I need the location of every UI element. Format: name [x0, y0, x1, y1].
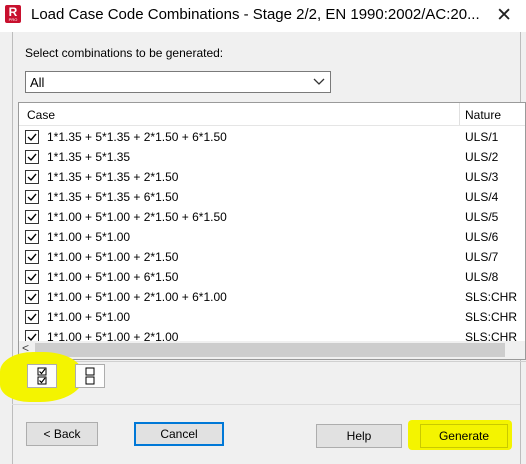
app-icon: R PRO [5, 5, 21, 23]
filter-value: All [30, 75, 45, 90]
list-item[interactable]: 1*1.00 + 5*1.00 + 2*1.00 SLS:CHR [19, 327, 525, 341]
case-cell: 1*1.00 + 5*1.00 [47, 310, 131, 324]
window-title: Load Case Code Combinations - Stage 2/2,… [31, 6, 480, 23]
generate-button[interactable]: Generate [420, 424, 508, 448]
nature-cell: ULS/1 [465, 130, 499, 144]
list-item[interactable]: 1*1.00 + 5*1.00 + 2*1.50 + 6*1.50 ULS/5 [19, 207, 525, 227]
case-cell: 1*1.00 + 5*1.00 + 2*1.00 + 6*1.00 [47, 290, 227, 304]
nature-cell: ULS/2 [465, 150, 499, 164]
row-checkbox[interactable] [25, 250, 39, 264]
list-item[interactable]: 1*1.00 + 5*1.00 ULS/6 [19, 227, 525, 247]
horizontal-scrollbar[interactable]: < [19, 341, 525, 359]
nature-cell: SLS:CHR [465, 310, 518, 324]
case-cell: 1*1.35 + 5*1.35 + 2*1.50 + 6*1.50 [47, 130, 227, 144]
row-checkbox[interactable] [25, 210, 39, 224]
nature-cell: ULS/3 [465, 170, 499, 184]
row-checkbox[interactable] [25, 150, 39, 164]
list-item[interactable]: 1*1.35 + 5*1.35 + 2*1.50 + 6*1.50 ULS/1 [19, 127, 525, 147]
footer-divider [12, 404, 520, 405]
list-item[interactable]: 1*1.35 + 5*1.35 + 6*1.50 ULS/4 [19, 187, 525, 207]
chevron-down-icon[interactable] [312, 74, 326, 88]
divider [18, 361, 526, 362]
column-header-nature[interactable]: Nature [465, 108, 501, 122]
scrollbar-thumb[interactable] [35, 343, 505, 357]
row-checkbox[interactable] [25, 190, 39, 204]
help-button[interactable]: Help [316, 424, 402, 448]
deselect-all-button[interactable] [75, 364, 105, 388]
filter-dropdown[interactable]: All [25, 71, 331, 93]
row-checkbox[interactable] [25, 330, 39, 341]
case-cell: 1*1.35 + 5*1.35 + 6*1.50 [47, 190, 179, 204]
nature-cell: SLS:CHR [465, 330, 518, 341]
list-item[interactable]: 1*1.00 + 5*1.00 SLS:CHR [19, 307, 525, 327]
list-item[interactable]: 1*1.00 + 5*1.00 + 2*1.50 ULS/7 [19, 247, 525, 267]
title-bar: R PRO Load Case Code Combinations - Stag… [0, 0, 526, 32]
list-header: Case Nature [19, 103, 525, 126]
case-cell: 1*1.35 + 5*1.35 [47, 150, 131, 164]
app-icon-sub: PRO [8, 17, 18, 22]
list-item[interactable]: 1*1.00 + 5*1.00 + 2*1.00 + 6*1.00 SLS:CHR [19, 287, 525, 307]
list-item[interactable]: 1*1.35 + 5*1.35 + 2*1.50 ULS/3 [19, 167, 525, 187]
case-cell: 1*1.00 + 5*1.00 [47, 230, 131, 244]
uncheck-all-icon [85, 367, 95, 385]
row-checkbox[interactable] [25, 270, 39, 284]
row-checkbox[interactable] [25, 130, 39, 144]
case-cell: 1*1.00 + 5*1.00 + 2*1.50 + 6*1.50 [47, 210, 227, 224]
nature-cell: SLS:CHR [465, 290, 518, 304]
select-all-button[interactable] [27, 364, 57, 388]
case-cell: 1*1.00 + 5*1.00 + 2*1.00 [47, 330, 179, 341]
nature-cell: ULS/7 [465, 250, 499, 264]
row-checkbox[interactable] [25, 290, 39, 304]
nature-cell: ULS/8 [465, 270, 499, 284]
check-all-icon [37, 367, 47, 385]
case-cell: 1*1.00 + 5*1.00 + 6*1.50 [47, 270, 179, 284]
list-rows: 1*1.35 + 5*1.35 + 2*1.50 + 6*1.50 ULS/1 1*… [19, 127, 525, 341]
combinations-list[interactable]: Case Nature 1*1.35 + 5*1.35 + 2*1.50 + 6… [18, 102, 526, 360]
back-button[interactable]: < Back [26, 422, 98, 446]
case-cell: 1*1.00 + 5*1.00 + 2*1.50 [47, 250, 179, 264]
close-icon[interactable]: ✕ [496, 4, 512, 27]
column-separator[interactable] [459, 103, 460, 125]
row-checkbox[interactable] [25, 230, 39, 244]
row-checkbox[interactable] [25, 310, 39, 324]
list-item[interactable]: 1*1.35 + 5*1.35 ULS/2 [19, 147, 525, 167]
cancel-button[interactable]: Cancel [134, 422, 224, 446]
column-header-case[interactable]: Case [27, 108, 55, 122]
row-checkbox[interactable] [25, 170, 39, 184]
nature-cell: ULS/4 [465, 190, 499, 204]
nature-cell: ULS/5 [465, 210, 499, 224]
list-item[interactable]: 1*1.00 + 5*1.00 + 6*1.50 ULS/8 [19, 267, 525, 287]
prompt-label: Select combinations to be generated: [25, 46, 224, 60]
case-cell: 1*1.35 + 5*1.35 + 2*1.50 [47, 170, 179, 184]
nature-cell: ULS/6 [465, 230, 499, 244]
